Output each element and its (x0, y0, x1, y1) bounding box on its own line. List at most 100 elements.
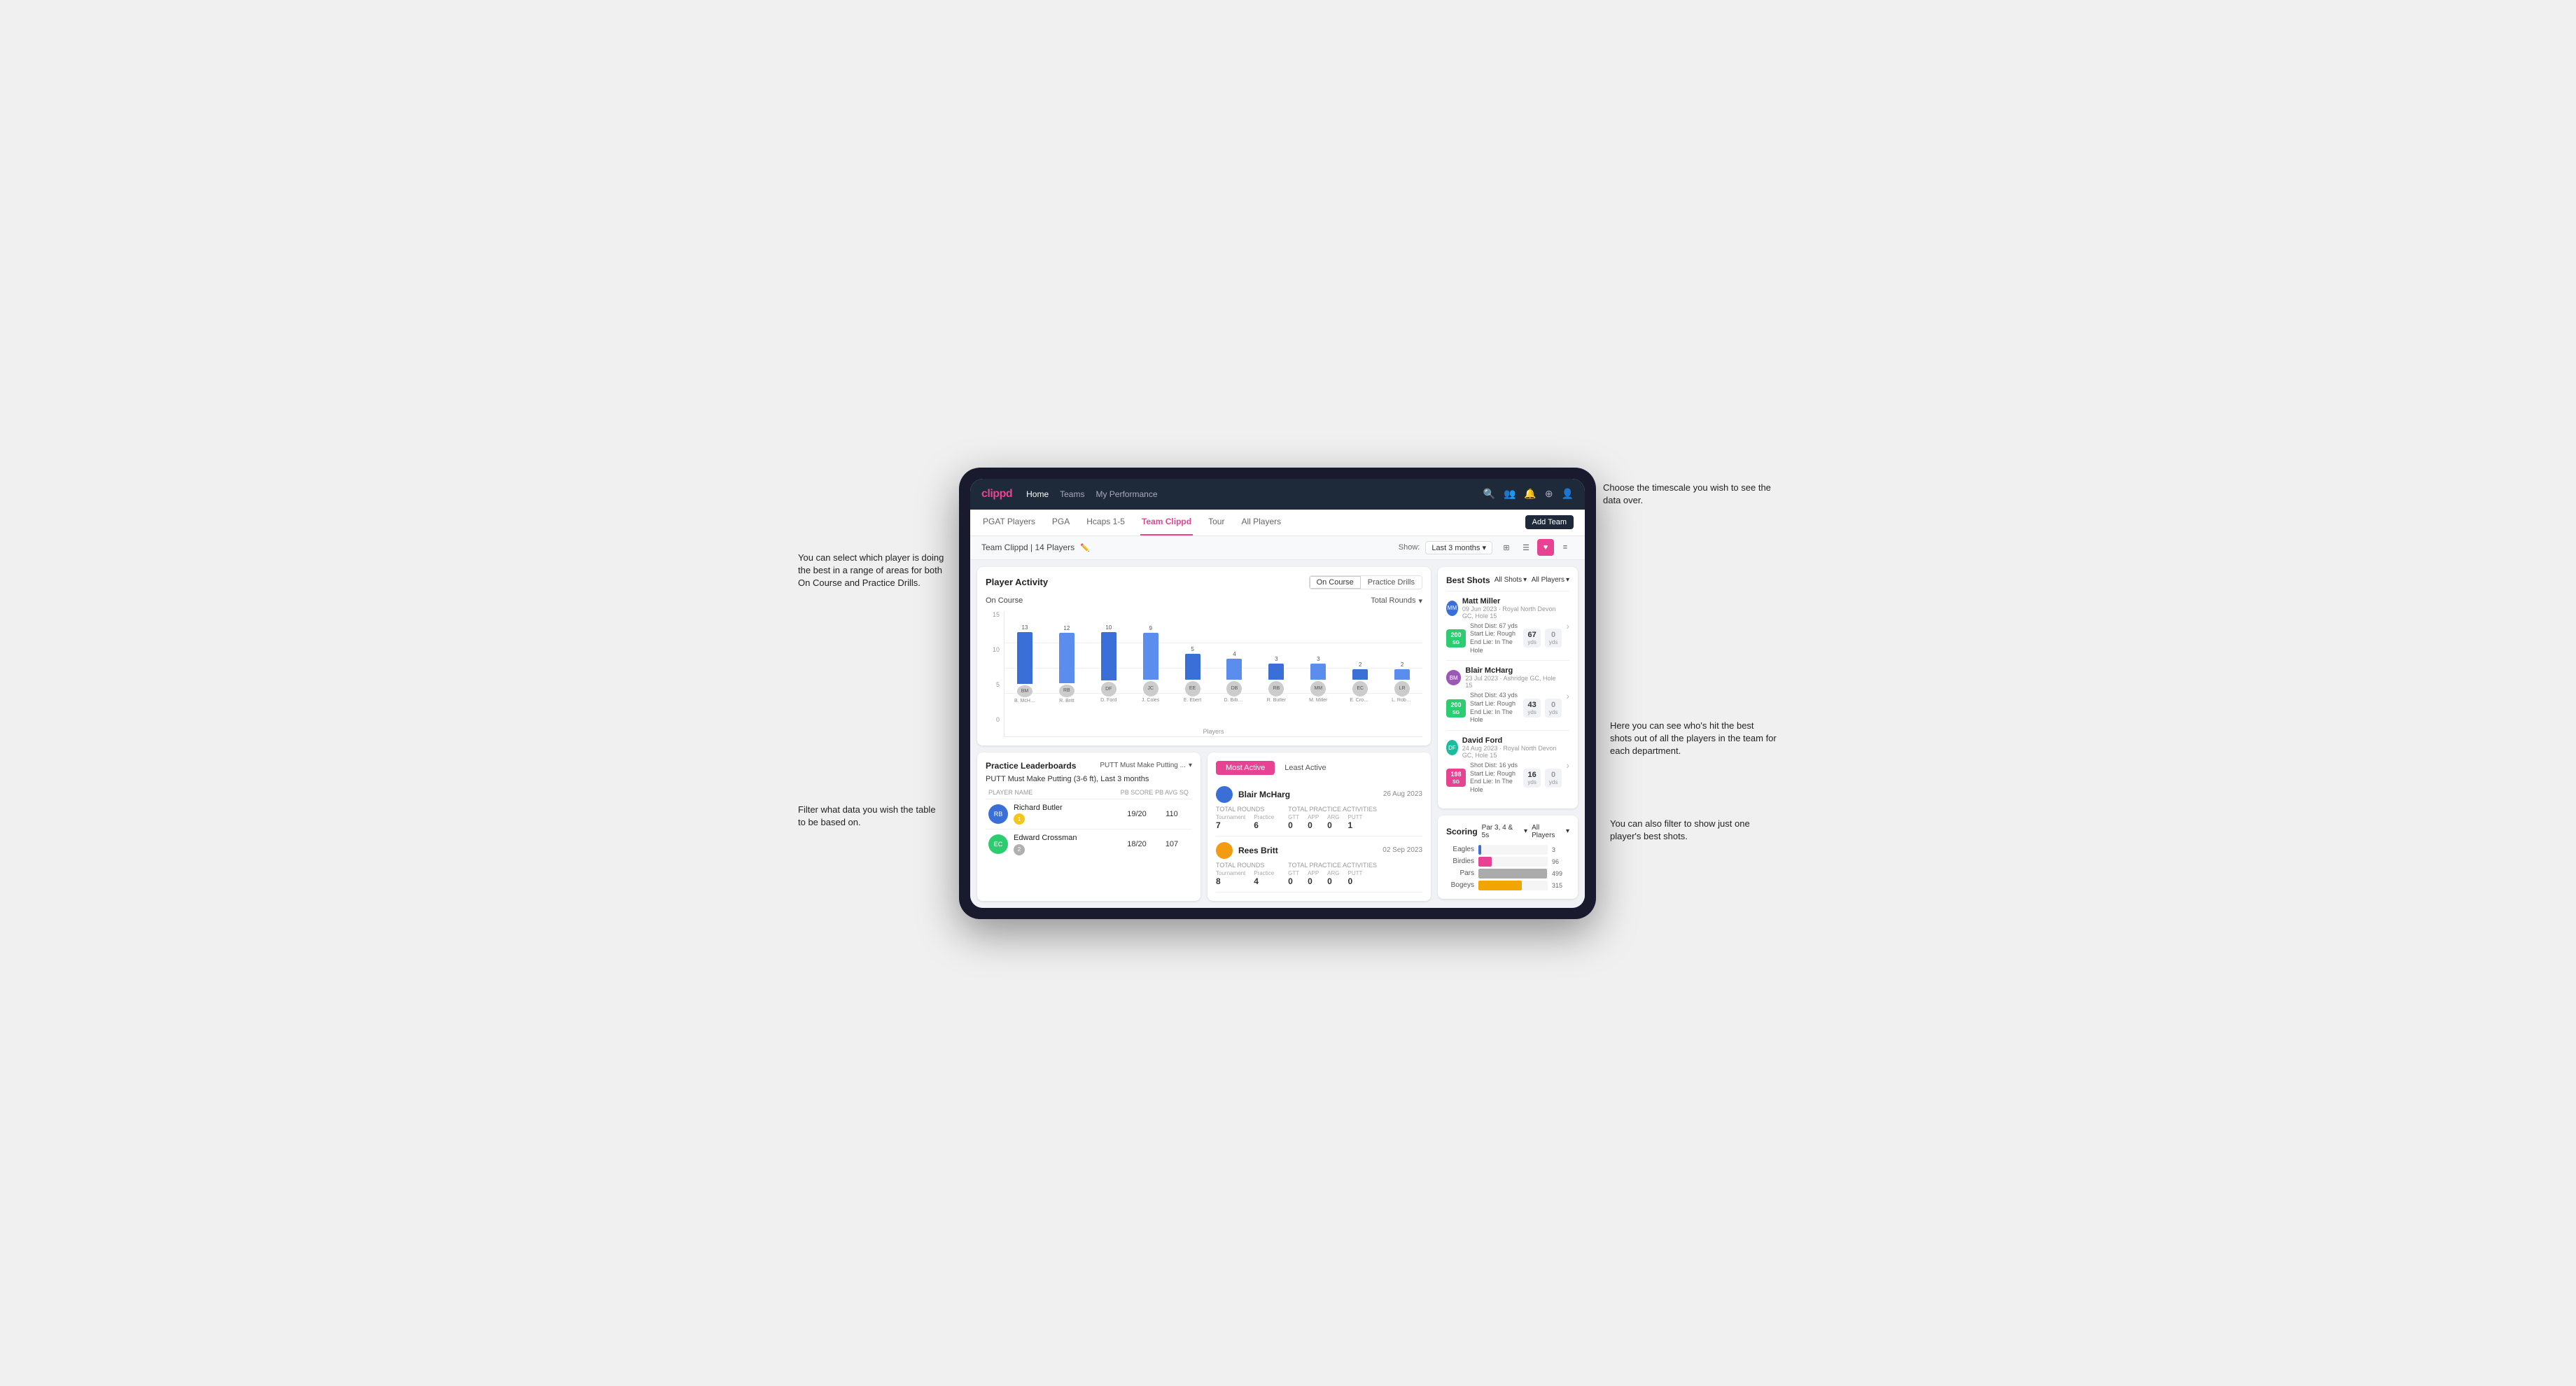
sub-nav-actions: Add Team (1525, 515, 1574, 529)
on-course-toggle[interactable]: On Course (1310, 576, 1361, 589)
bar-group-2: 10 DF D. Ford (1088, 625, 1129, 703)
user-avatar-icon[interactable]: 👤 (1562, 488, 1574, 500)
rounds-group-2: Total Rounds Tournament 8 Practice (1216, 862, 1274, 886)
shot-row-2[interactable]: BM Blair McHarg 23 Jul 2023 · Ashridge G… (1446, 660, 1569, 730)
lb-rank-1: 1 (1014, 813, 1025, 825)
bar-group-4: 5 EE E. Ebert (1172, 625, 1213, 703)
sub-nav-all-players[interactable]: All Players (1240, 509, 1282, 536)
bs-header: Best Shots All Shots ▾ All Players ▾ (1446, 575, 1569, 585)
edit-icon[interactable]: ✏️ (1080, 543, 1090, 552)
time-period-selector[interactable]: Last 3 months ▾ (1425, 541, 1492, 554)
sub-nav-team-clippd[interactable]: Team Clippd (1140, 509, 1193, 536)
page-wrapper: Choose the timescale you wish to see the… (798, 468, 1778, 919)
table-view-icon[interactable]: ≡ (1557, 539, 1574, 556)
right-panel: Best Shots All Shots ▾ All Players ▾ (1438, 567, 1578, 901)
sub-nav-tour[interactable]: Tour (1207, 509, 1226, 536)
bar-3[interactable] (1143, 633, 1158, 680)
shot-row-1[interactable]: MM Matt Miller 09 Jun 2023 · Royal North… (1446, 591, 1569, 661)
best-shots-card: Best Shots All Shots ▾ All Players ▾ (1438, 567, 1578, 808)
shot-row-3[interactable]: DF David Ford 24 Aug 2023 · Royal North … (1446, 730, 1569, 800)
bell-icon[interactable]: 🔔 (1524, 488, 1536, 500)
scoring-card: Scoring Par 3, 4 & 5s ▾ All Players ▾ Ea… (1438, 816, 1578, 899)
sub-nav-pga[interactable]: PGA (1051, 509, 1071, 536)
bar-7[interactable] (1310, 664, 1326, 679)
bs-all-shots-filter[interactable]: All Shots ▾ (1494, 576, 1527, 584)
bar-name-9: L. Robertson (1392, 698, 1413, 703)
bar-4[interactable] (1185, 654, 1200, 680)
scoring-bar-pars (1478, 869, 1547, 878)
view-icons: ⊞ ☰ ♥ ≡ (1498, 539, 1574, 556)
player-activity-header: Player Activity On Course Practice Drill… (986, 575, 1422, 589)
left-panel: Player Activity On Course Practice Drill… (977, 567, 1431, 901)
practice-group-1: Total Practice Activities GTT 0 APP (1288, 806, 1377, 830)
activity-card: Most Active Least Active Blair McHarg 26… (1208, 752, 1431, 901)
practice-label-1: Total Practice Activities (1288, 806, 1377, 813)
shot-detail-text-1: Shot Dist: 67 ydsStart Lie: RoughEnd Lie… (1470, 622, 1519, 655)
scoring-players-filter[interactable]: All Players ▾ (1532, 824, 1569, 839)
practice-toggle[interactable]: Practice Drills (1361, 576, 1422, 589)
col-pb-score: PB SCORE (1119, 789, 1154, 796)
add-team-button[interactable]: Add Team (1525, 515, 1574, 529)
activity-date-1: 26 Aug 2023 (1383, 790, 1422, 798)
nav-item-performance[interactable]: My Performance (1096, 489, 1157, 499)
scoring-bar-bogeys (1478, 881, 1522, 890)
scoring-par-filter[interactable]: Par 3, 4 & 5s ▾ (1482, 824, 1527, 839)
bar-8[interactable] (1352, 669, 1368, 680)
lb-name-2: Edward Crossman (1014, 834, 1119, 842)
shot-dist-badge-2: 43 yds (1523, 699, 1540, 718)
bs-title: Best Shots (1446, 575, 1490, 585)
activity-date-2: 02 Sep 2023 (1382, 846, 1422, 854)
annotation-best-shots: Here you can see who's hit the best shot… (1610, 720, 1778, 758)
bar-avatar-8: EC (1352, 681, 1368, 696)
users-icon[interactable]: 👥 (1504, 488, 1516, 500)
bar-value-6: 3 (1275, 656, 1278, 662)
bar-6[interactable] (1268, 664, 1284, 679)
shot-detail-row-1: 200SG Shot Dist: 67 ydsStart Lie: RoughE… (1446, 622, 1562, 655)
bar-group-5: 4 DB D. Billingham (1214, 625, 1255, 703)
main-content: Player Activity On Course Practice Drill… (970, 560, 1585, 908)
sub-nav-pgat[interactable]: PGAT Players (981, 509, 1037, 536)
bar-avatar-5: DB (1226, 681, 1242, 696)
shot-detail-row-3: 198SG Shot Dist: 16 ydsStart Lie: RoughE… (1446, 762, 1562, 794)
bar-avatar-4: EE (1185, 681, 1200, 696)
shot-avatar-1: MM (1446, 601, 1458, 616)
bar-value-8: 2 (1359, 662, 1362, 668)
scoring-label-birdies: Birdies (1446, 858, 1474, 865)
scoring-chart: Eagles 3 Birdies (1446, 845, 1569, 890)
bar-group-1: 12 RB R. Britt (1046, 625, 1087, 703)
bar-name-8: E. Crossman (1350, 698, 1371, 703)
scoring-label-bogeys: Bogeys (1446, 881, 1474, 889)
bs-all-players-filter[interactable]: All Players ▾ (1532, 576, 1569, 584)
plus-circle-icon[interactable]: ⊕ (1545, 488, 1553, 500)
bar-9[interactable] (1394, 669, 1410, 680)
search-icon[interactable]: 🔍 (1483, 488, 1495, 500)
shot-score-badge-3: 198SG (1446, 769, 1466, 787)
bar-name-1: R. Britt (1059, 699, 1074, 703)
shot-player-name-1: Matt Miller (1462, 597, 1562, 606)
lb-name-1: Richard Butler (1014, 804, 1119, 812)
rounds-label-2: Total Rounds (1216, 862, 1274, 869)
leaderboard-selector[interactable]: PUTT Must Make Putting ... ▾ (1100, 762, 1192, 769)
least-active-tab[interactable]: Least Active (1275, 761, 1336, 775)
shot-avatar-3: DF (1446, 740, 1458, 755)
heart-view-icon[interactable]: ♥ (1537, 539, 1554, 556)
show-label: Show: (1399, 543, 1420, 552)
bar-1[interactable] (1059, 633, 1074, 683)
nav-item-home[interactable]: Home (1026, 489, 1049, 499)
activity-row-1: Blair McHarg 26 Aug 2023 Total Rounds To… (1216, 780, 1422, 836)
bar-2[interactable] (1101, 632, 1116, 680)
nav-item-teams[interactable]: Teams (1060, 489, 1084, 499)
team-show-controls: Show: Last 3 months ▾ ⊞ ☰ ♥ ≡ (1399, 539, 1574, 556)
grid-view-icon[interactable]: ⊞ (1498, 539, 1515, 556)
scoring-label-eagles: Eagles (1446, 846, 1474, 853)
bar-5[interactable] (1226, 659, 1242, 680)
bar-value-1: 12 (1063, 625, 1070, 631)
bar-0[interactable] (1017, 632, 1032, 684)
list-view-icon[interactable]: ☰ (1518, 539, 1534, 556)
activity-player-name-1: Blair McHarg (1238, 790, 1290, 799)
sub-nav-hcaps[interactable]: Hcaps 1-5 (1085, 509, 1126, 536)
bar-name-6: R. Butler (1267, 698, 1286, 703)
nav-actions: 🔍 👥 🔔 ⊕ 👤 (1483, 488, 1574, 500)
chart-filter[interactable]: Total Rounds ▾ (1371, 596, 1422, 606)
most-active-tab[interactable]: Most Active (1216, 761, 1275, 775)
